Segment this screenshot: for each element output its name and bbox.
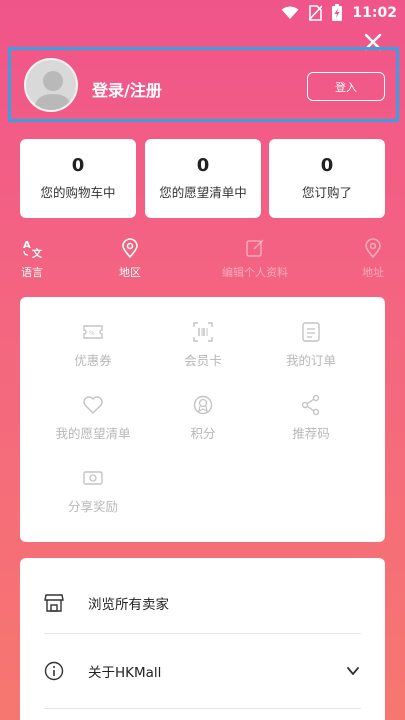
list-item-about[interactable]: 关于HKMall: [44, 634, 361, 708]
cart-stat-card[interactable]: 0 您的购物车中: [20, 139, 136, 218]
svg-text:A: A: [23, 240, 31, 251]
coupon-icon: %: [83, 325, 103, 339]
wishlist-count: 0: [196, 155, 210, 176]
orders-count: 0: [320, 155, 334, 176]
status-time: 11:02: [352, 4, 397, 21]
wifi-icon: [281, 6, 299, 19]
grid-item-label: 我的订单: [285, 353, 336, 368]
quick-link-label: 地址: [362, 266, 384, 279]
quick-link-label: 地区: [119, 266, 141, 279]
list-item-browse-sellers[interactable]: 浏览所有卖家: [44, 566, 361, 640]
avatar[interactable]: [24, 58, 78, 112]
cart-label: 您的购物车中: [40, 185, 116, 200]
heart-icon: [83, 396, 103, 414]
money-icon: [83, 471, 103, 485]
grid-item-label: 会员卡: [184, 353, 222, 368]
translate-icon: A 文: [23, 240, 42, 258]
more-options-card: 浏览所有卖家 关于HKMall: [20, 558, 385, 720]
wishlist-label: 您的愿望清单中: [159, 185, 247, 200]
profile-header: 登录/注册 登入: [8, 47, 399, 122]
orders-label: 您订购了: [301, 185, 352, 200]
account-menu-card: % 优惠券 会员卡 我的订单 我的愿望清单 积分 推荐码 分享奖励: [20, 297, 385, 542]
store-icon: [44, 594, 64, 612]
cart-count: 0: [71, 155, 85, 176]
login-button[interactable]: 登入: [307, 72, 385, 101]
edit-icon: [246, 239, 264, 257]
grid-item-my-orders[interactable]: 我的订单: [256, 321, 366, 369]
grid-item-points[interactable]: 积分: [148, 394, 258, 442]
quick-link-label: 编辑个人资料: [222, 266, 288, 279]
battery-charging-icon: [332, 4, 343, 21]
quick-link-address[interactable]: 地址: [355, 238, 391, 280]
grid-item-label: 推荐码: [292, 426, 330, 441]
divider: [44, 708, 361, 709]
share-icon: [301, 394, 320, 416]
quick-link-region[interactable]: 地区: [112, 238, 148, 280]
status-bar: 11:02: [0, 0, 405, 30]
user-avatar-icon: [34, 71, 72, 110]
quick-link-language[interactable]: A 文 语言: [14, 238, 50, 280]
chevron-down-icon[interactable]: [345, 663, 361, 679]
quick-link-edit-profile[interactable]: 编辑个人资料: [210, 238, 300, 280]
svg-text:文: 文: [32, 247, 42, 258]
orders-stat-card[interactable]: 0 您订购了: [269, 139, 385, 218]
grid-item-coupons[interactable]: % 优惠券: [38, 321, 148, 369]
grid-item-member-card[interactable]: 会员卡: [148, 321, 258, 369]
list-item-label: 关于HKMall: [88, 665, 162, 681]
grid-item-referral-code[interactable]: 推荐码: [256, 394, 366, 442]
grid-item-label: 我的愿望清单: [55, 426, 131, 441]
quick-link-label: 语言: [21, 266, 43, 279]
location-pin-icon: [122, 238, 138, 258]
grid-item-label: 分享奖励: [67, 499, 118, 514]
grid-item-wishlist[interactable]: 我的愿望清单: [38, 394, 148, 442]
grid-item-share-rewards[interactable]: 分享奖励: [38, 467, 148, 515]
location-pin-icon: [365, 238, 381, 258]
grid-item-label: 优惠券: [74, 353, 112, 368]
no-sim-icon: [309, 4, 323, 21]
grid-item-label: 积分: [190, 426, 216, 441]
svg-text:%: %: [89, 330, 95, 337]
barcode-icon: [193, 322, 213, 342]
order-list-icon: [302, 322, 320, 342]
wishlist-stat-card[interactable]: 0 您的愿望清单中: [145, 139, 261, 218]
info-icon: [44, 661, 64, 681]
login-register-title[interactable]: 登录/注册: [92, 77, 162, 101]
points-badge-icon: [193, 395, 213, 415]
list-item-label: 浏览所有卖家: [88, 597, 169, 613]
